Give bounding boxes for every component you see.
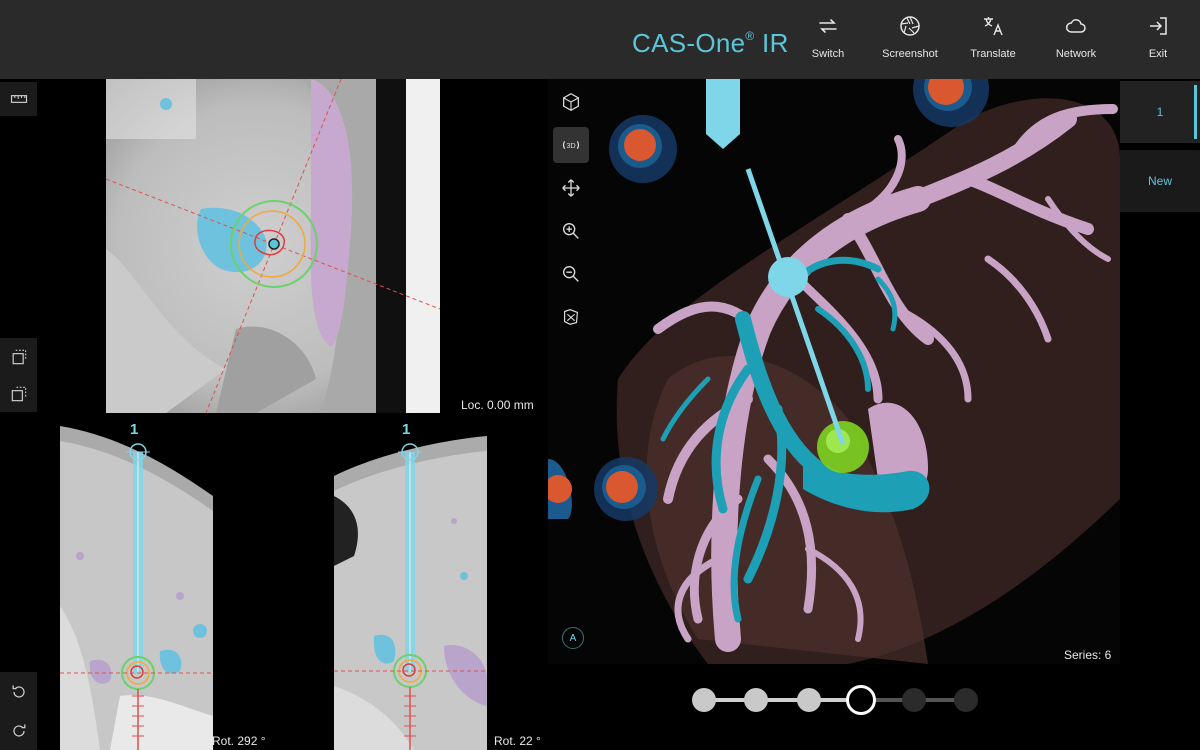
- step-slider[interactable]: [690, 680, 990, 720]
- location-readout: Loc. 0.00 mm: [461, 398, 534, 412]
- copy-region-icon[interactable]: [9, 384, 29, 404]
- new-trajectory-tab[interactable]: New: [1120, 150, 1200, 212]
- step-dot-1[interactable]: [692, 688, 716, 712]
- new-trajectory-label: New: [1147, 174, 1172, 188]
- series-readout: Series: 6: [1064, 648, 1112, 662]
- oblique-ct-view-right[interactable]: 1: [334, 416, 487, 750]
- app-root: CAS-One® IR Switch Screenshot Translate …: [0, 0, 1200, 750]
- trajectory-number-left: 1: [130, 421, 139, 438]
- brand-suffix: IR: [754, 28, 789, 58]
- rotate-3d-text: 3D: [566, 141, 575, 150]
- brand-registered: ®: [745, 29, 755, 44]
- ruler-icon[interactable]: [9, 89, 29, 109]
- left-toolbar-middle: [0, 338, 37, 412]
- axial-ct-image: [106, 79, 440, 413]
- screenshot-label: Screenshot: [882, 48, 938, 60]
- oblique-ct-image-right: [334, 416, 487, 750]
- brand-logo: CAS-One® IR: [632, 28, 789, 59]
- 3d-view[interactable]: A: [548, 79, 1120, 664]
- step-dot-2[interactable]: [744, 688, 769, 712]
- exit-button[interactable]: Exit: [1119, 14, 1197, 70]
- orientation-letter: A: [569, 632, 577, 644]
- rotate-left-icon[interactable]: [9, 682, 29, 702]
- switch-arrows-icon: [819, 19, 837, 33]
- camera-aperture-icon: [900, 16, 920, 36]
- zoom-out-icon: [562, 265, 579, 282]
- exit-label: Exit: [1148, 48, 1168, 60]
- select-region-icon[interactable]: [9, 347, 29, 367]
- step-dot-3[interactable]: [796, 688, 821, 712]
- selected-indicator: [1194, 85, 1197, 139]
- 3d-toolbar: 3D: [552, 84, 590, 342]
- reset-view-icon: [563, 309, 579, 325]
- network-button[interactable]: Network: [1037, 14, 1115, 70]
- zoom-in-icon: [562, 222, 579, 239]
- exit-icon: [1150, 17, 1167, 35]
- 3d-vessel-render: [548, 79, 1120, 664]
- translate-icon: [984, 17, 1003, 36]
- zoom-out-button[interactable]: [553, 256, 589, 292]
- trajectory-tab-1-label: 1: [1156, 105, 1164, 119]
- reset-view-button[interactable]: [553, 299, 589, 335]
- brand-name: CAS-One: [632, 28, 746, 58]
- switch-label: Switch: [811, 48, 845, 60]
- network-label: Network: [1055, 48, 1097, 60]
- cube-view-button[interactable]: [553, 84, 589, 120]
- trajectory-tab-1[interactable]: 1: [1120, 81, 1200, 143]
- axial-ct-view[interactable]: [106, 79, 440, 413]
- trajectory-number-right: 1: [402, 421, 411, 438]
- oblique-ct-view-left[interactable]: 1: [60, 416, 213, 750]
- pan-button[interactable]: [553, 170, 589, 206]
- rotate-3d-icon: 3D: [563, 141, 579, 150]
- rotate-3d-button[interactable]: 3D: [553, 127, 589, 163]
- switch-button[interactable]: Switch: [789, 14, 867, 70]
- screenshot-button[interactable]: Screenshot: [871, 14, 949, 70]
- orientation-indicator[interactable]: A: [562, 627, 584, 649]
- left-toolbar-top: [0, 82, 37, 116]
- cube-view-icon: [563, 93, 579, 111]
- translate-label: Translate: [970, 48, 1016, 60]
- left-toolbar-bottom: [0, 672, 37, 750]
- step-dot-4[interactable]: [846, 685, 877, 715]
- step-dot-6[interactable]: [954, 688, 978, 712]
- oblique-ct-image-left: [60, 416, 213, 750]
- rotate-right-icon[interactable]: [9, 721, 29, 741]
- rotation-readout-right: Rot. 22 °: [494, 734, 541, 748]
- translate-button[interactable]: Translate: [954, 14, 1032, 70]
- cloud-icon: [1065, 19, 1086, 33]
- step-dot-5[interactable]: [901, 688, 926, 712]
- trajectory-panel: 1 New: [1120, 79, 1200, 750]
- step-track-fill: [704, 698, 862, 702]
- pan-icon: [562, 179, 580, 197]
- top-bar: CAS-One® IR Switch Screenshot Translate …: [0, 0, 1200, 79]
- zoom-in-button[interactable]: [553, 213, 589, 249]
- rotation-readout-left: Rot. 292 °: [212, 734, 266, 748]
